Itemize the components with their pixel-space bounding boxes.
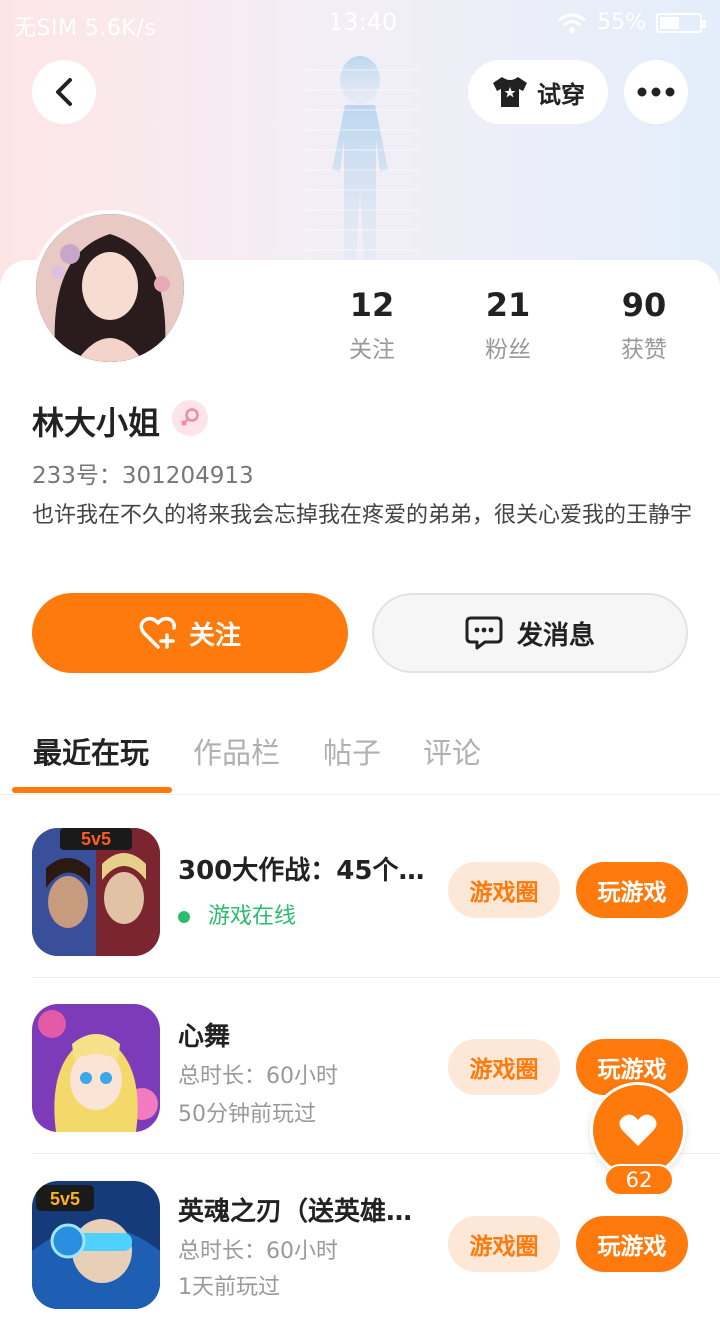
heart-plus-icon <box>139 616 176 649</box>
game-last-played: 50分钟前玩过 <box>178 1102 316 1127</box>
battery-percent: 55% <box>597 10 646 35</box>
game-icon-xinwu <box>32 1004 160 1132</box>
more-dots-icon <box>637 87 675 97</box>
status-bar: 无SIM 5.6K/s 13:40 55% <box>0 0 720 46</box>
game-circle-button[interactable]: 游戏圈 <box>448 862 560 918</box>
chat-bubble-icon <box>465 616 503 650</box>
avatar[interactable] <box>32 210 188 366</box>
stat-likes-value: 90 <box>621 286 667 324</box>
shirt-icon <box>493 77 527 107</box>
tab-comments[interactable]: 评论 <box>423 730 481 772</box>
play-game-button[interactable]: 玩游戏 <box>576 1216 688 1272</box>
game-playtime: 总时长：60小时 <box>178 1239 338 1264</box>
tab-recently-played[interactable]: 最近在玩 <box>33 730 149 772</box>
send-message-label: 发消息 <box>516 620 595 651</box>
list-item[interactable]: 5v5 300大作战：45个… 游戏在线 游戏圈 玩游戏 <box>0 802 720 978</box>
game-title: 心舞 <box>178 1022 231 1052</box>
tab-posts[interactable]: 帖子 <box>323 730 381 772</box>
clock: 13:40 <box>328 8 398 36</box>
game-playtime: 总时长：60小时 <box>178 1064 338 1089</box>
stat-likes[interactable]: 90 获赞 <box>589 286 699 364</box>
battery-icon <box>656 12 706 33</box>
game-circle-button[interactable]: 游戏圈 <box>448 1216 560 1272</box>
game-icon-yinghun: 5v5 <box>32 1181 160 1309</box>
game-icon-300: 5v5 <box>32 828 160 956</box>
online-dot-icon <box>178 911 190 923</box>
try-on-button[interactable]: 试穿 <box>468 60 608 124</box>
try-on-label: 试穿 <box>537 80 585 109</box>
profile-bio: 也许我在不久的将来我会忘掉我在疼爱的弟弟，很关心爱我的王静宇 <box>32 503 693 528</box>
play-game-button[interactable]: 玩游戏 <box>576 862 688 918</box>
game-last-played: 1天前玩过 <box>178 1275 280 1300</box>
avatar-figure-hologram <box>300 56 420 260</box>
send-message-button[interactable]: 发消息 <box>372 593 688 673</box>
user-id-value: 301204913 <box>121 463 254 489</box>
stat-likes-label: 获赞 <box>621 337 667 363</box>
heart-icon <box>619 1114 657 1146</box>
more-options-button[interactable] <box>624 60 688 124</box>
game-circle-button[interactable]: 游戏圈 <box>448 1039 560 1095</box>
stat-fans-label: 粉丝 <box>485 337 531 363</box>
user-id-label: 233号： <box>32 463 122 489</box>
profile-name: 林大小姐 <box>32 404 161 442</box>
svg-text:5v5: 5v5 <box>50 1189 80 1209</box>
game-online-status: 游戏在线 <box>178 898 296 930</box>
game-status-text: 游戏在线 <box>208 904 297 929</box>
follow-button[interactable]: 关注 <box>32 593 348 673</box>
stat-following-label: 关注 <box>349 337 395 363</box>
follow-label: 关注 <box>188 620 241 651</box>
game-title: 300大作战：45个… <box>178 856 425 886</box>
stat-following[interactable]: 12 关注 <box>317 286 427 364</box>
profile-tabs: 最近在玩 作品栏 帖子 评论 <box>0 720 720 795</box>
stat-fans-value: 21 <box>485 286 531 324</box>
battery-level-fill <box>660 16 680 29</box>
carrier-text: 无SIM 5.6K/s <box>14 16 157 41</box>
user-id: 233号：301204913 <box>32 456 254 490</box>
active-tab-indicator <box>12 787 172 793</box>
svg-text:5v5: 5v5 <box>81 829 111 849</box>
wifi-icon <box>558 13 587 33</box>
back-button[interactable] <box>32 60 96 124</box>
stat-following-value: 12 <box>349 286 395 324</box>
like-count-badge: 62 <box>604 1164 674 1196</box>
game-title: 英魂之刃（送英雄… <box>178 1197 413 1227</box>
avatar-portrait <box>36 214 184 362</box>
female-gender-icon <box>172 400 208 436</box>
tab-works[interactable]: 作品栏 <box>193 730 280 772</box>
stat-fans[interactable]: 21 粉丝 <box>453 286 563 364</box>
chevron-left-icon <box>56 78 72 106</box>
